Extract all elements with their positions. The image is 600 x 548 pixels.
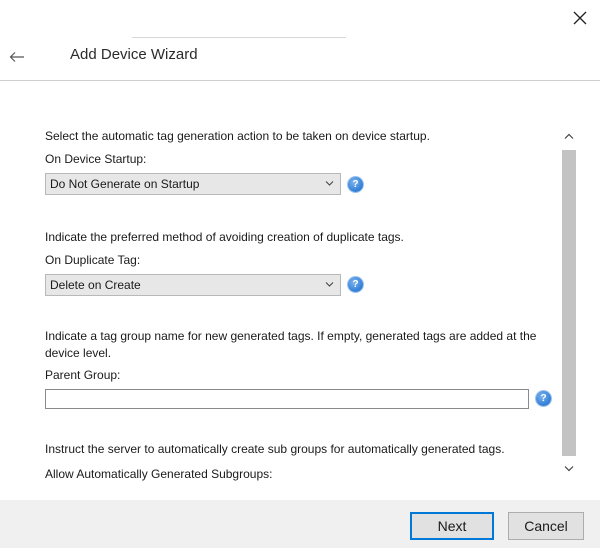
scroll-up-button[interactable]	[560, 128, 578, 144]
back-button[interactable]	[6, 46, 28, 68]
cancel-button[interactable]: Cancel	[508, 512, 584, 540]
header-top-divider	[132, 37, 346, 38]
header-divider	[0, 80, 600, 81]
duplicate-description: Indicate the preferred method of avoidin…	[45, 230, 404, 244]
vertical-scrollbar[interactable]	[560, 124, 578, 480]
startup-select-value: Do Not Generate on Startup	[50, 177, 200, 191]
parent-label: Parent Group:	[45, 368, 121, 382]
next-button[interactable]: Next	[410, 512, 494, 540]
footer-bar: Next Cancel	[0, 500, 600, 548]
startup-select[interactable]: Do Not Generate on Startup	[45, 173, 341, 195]
duplicate-help-icon[interactable]: ?	[348, 277, 363, 292]
chevron-down-icon	[325, 181, 334, 186]
arrow-left-icon	[9, 52, 24, 62]
page-title: Add Device Wizard	[70, 46, 198, 63]
duplicate-label: On Duplicate Tag:	[45, 253, 141, 267]
startup-description: Select the automatic tag generation acti…	[45, 129, 430, 143]
close-icon	[573, 11, 587, 25]
subgroups-description: Instruct the server to automatically cre…	[45, 442, 505, 456]
parent-help-icon[interactable]: ?	[536, 391, 551, 406]
scroll-down-button[interactable]	[560, 460, 578, 476]
duplicate-select[interactable]: Delete on Create	[45, 274, 341, 296]
chevron-up-icon	[564, 133, 574, 139]
close-button[interactable]	[568, 6, 592, 30]
settings-panel: Select the automatic tag generation acti…	[45, 124, 557, 484]
startup-help-icon[interactable]: ?	[348, 177, 363, 192]
chevron-down-icon	[325, 282, 334, 287]
chevron-down-icon	[564, 465, 574, 471]
parent-group-input[interactable]	[45, 389, 529, 409]
startup-label: On Device Startup:	[45, 152, 147, 166]
parent-description: Indicate a tag group name for new genera…	[45, 329, 537, 360]
scrollbar-thumb[interactable]	[562, 150, 576, 456]
subgroups-label: Allow Automatically Generated Subgroups:	[45, 467, 273, 481]
duplicate-select-value: Delete on Create	[50, 278, 141, 292]
